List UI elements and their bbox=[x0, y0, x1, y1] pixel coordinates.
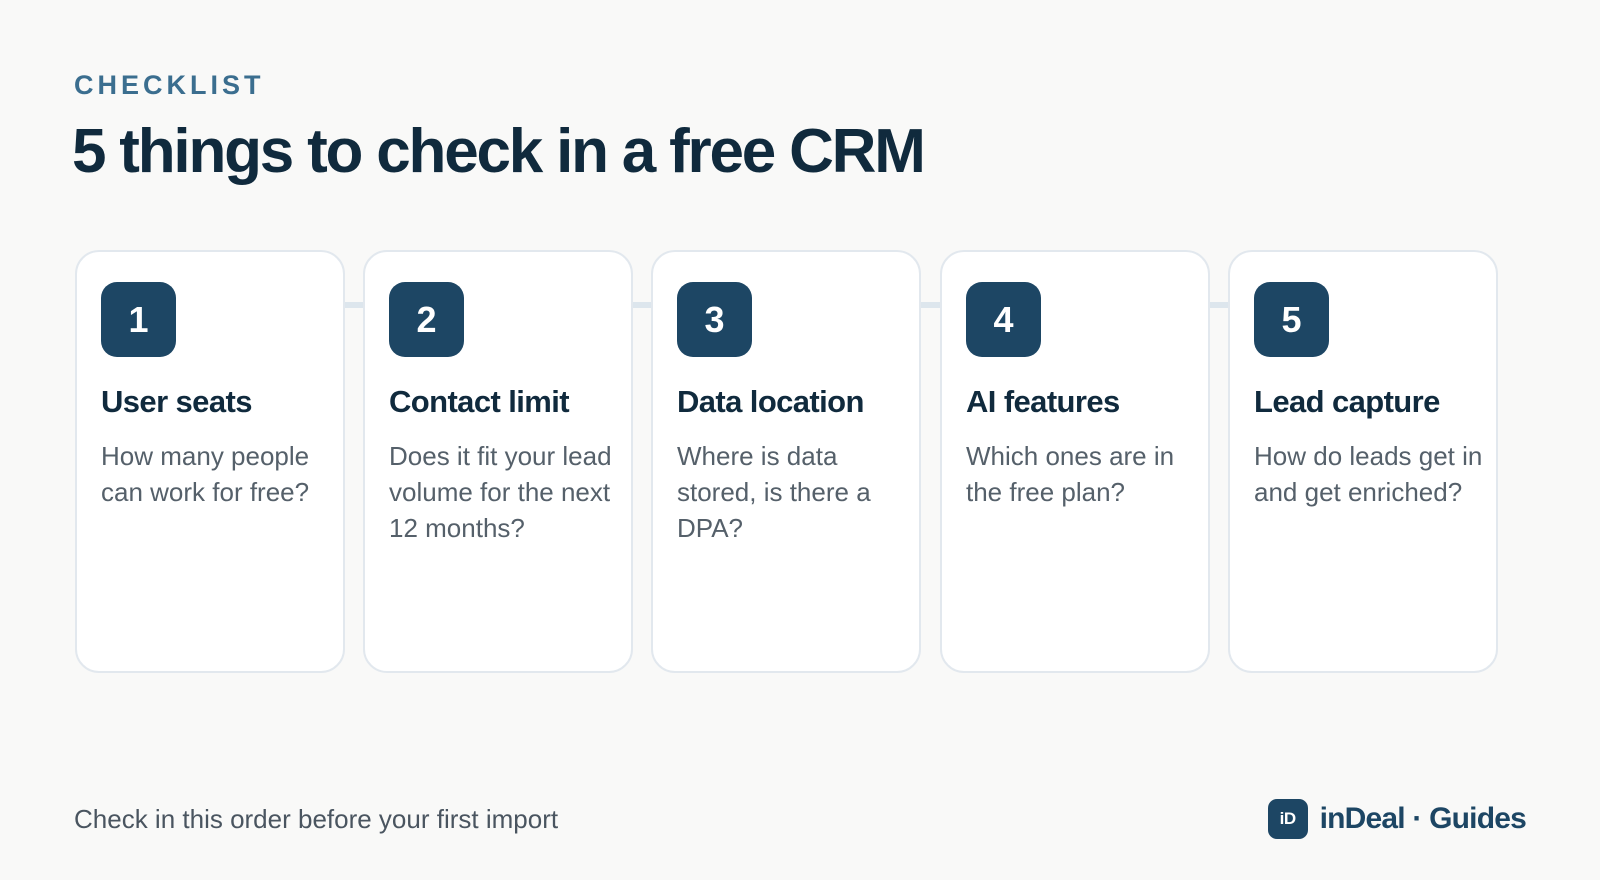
checklist-card-lead-capture: 5 Lead capture How do leads get in and g… bbox=[1228, 250, 1498, 673]
step-number-badge: 3 bbox=[677, 282, 752, 357]
step-number-badge: 2 bbox=[389, 282, 464, 357]
step-number-badge: 4 bbox=[966, 282, 1041, 357]
brand: iD inDeal · Guides bbox=[1267, 799, 1527, 839]
card-description: How many people can work for free? bbox=[101, 441, 310, 507]
card-description: Where is data stored, is there a DPA? bbox=[677, 441, 871, 543]
card-description: How do leads get in and get enriched? bbox=[1254, 441, 1483, 507]
brand-logo-icon: iD bbox=[1267, 799, 1308, 839]
step-number-badge: 1 bbox=[101, 282, 176, 357]
checklist-card-data-location: 3 Data location Where is data stored, is… bbox=[651, 250, 921, 673]
checklist-cards: 1 User seats How many people can work fo… bbox=[75, 250, 1525, 677]
card-description: Does it fit your lead volume for the nex… bbox=[389, 441, 612, 543]
card-title: User seats bbox=[101, 384, 252, 419]
card-title: Contact limit bbox=[389, 384, 570, 419]
card-description: Which ones are in the free plan? bbox=[966, 441, 1175, 507]
checklist-card-ai-features: 4 AI features Which ones are in the free… bbox=[940, 250, 1210, 673]
card-title: Data location bbox=[677, 384, 864, 419]
page-title: 5 things to check in a free CRM bbox=[72, 117, 926, 186]
eyebrow-label: CHECKLIST bbox=[74, 70, 265, 100]
step-number-badge: 5 bbox=[1254, 282, 1329, 357]
checklist-card-contact-limit: 2 Contact limit Does it fit your lead vo… bbox=[363, 250, 633, 673]
card-title: Lead capture bbox=[1254, 384, 1440, 419]
card-title: AI features bbox=[966, 384, 1120, 419]
brand-name: inDeal · Guides bbox=[1319, 802, 1527, 835]
checklist-card-user-seats: 1 User seats How many people can work fo… bbox=[75, 250, 345, 673]
footer-note: Check in this order before your first im… bbox=[74, 804, 559, 834]
